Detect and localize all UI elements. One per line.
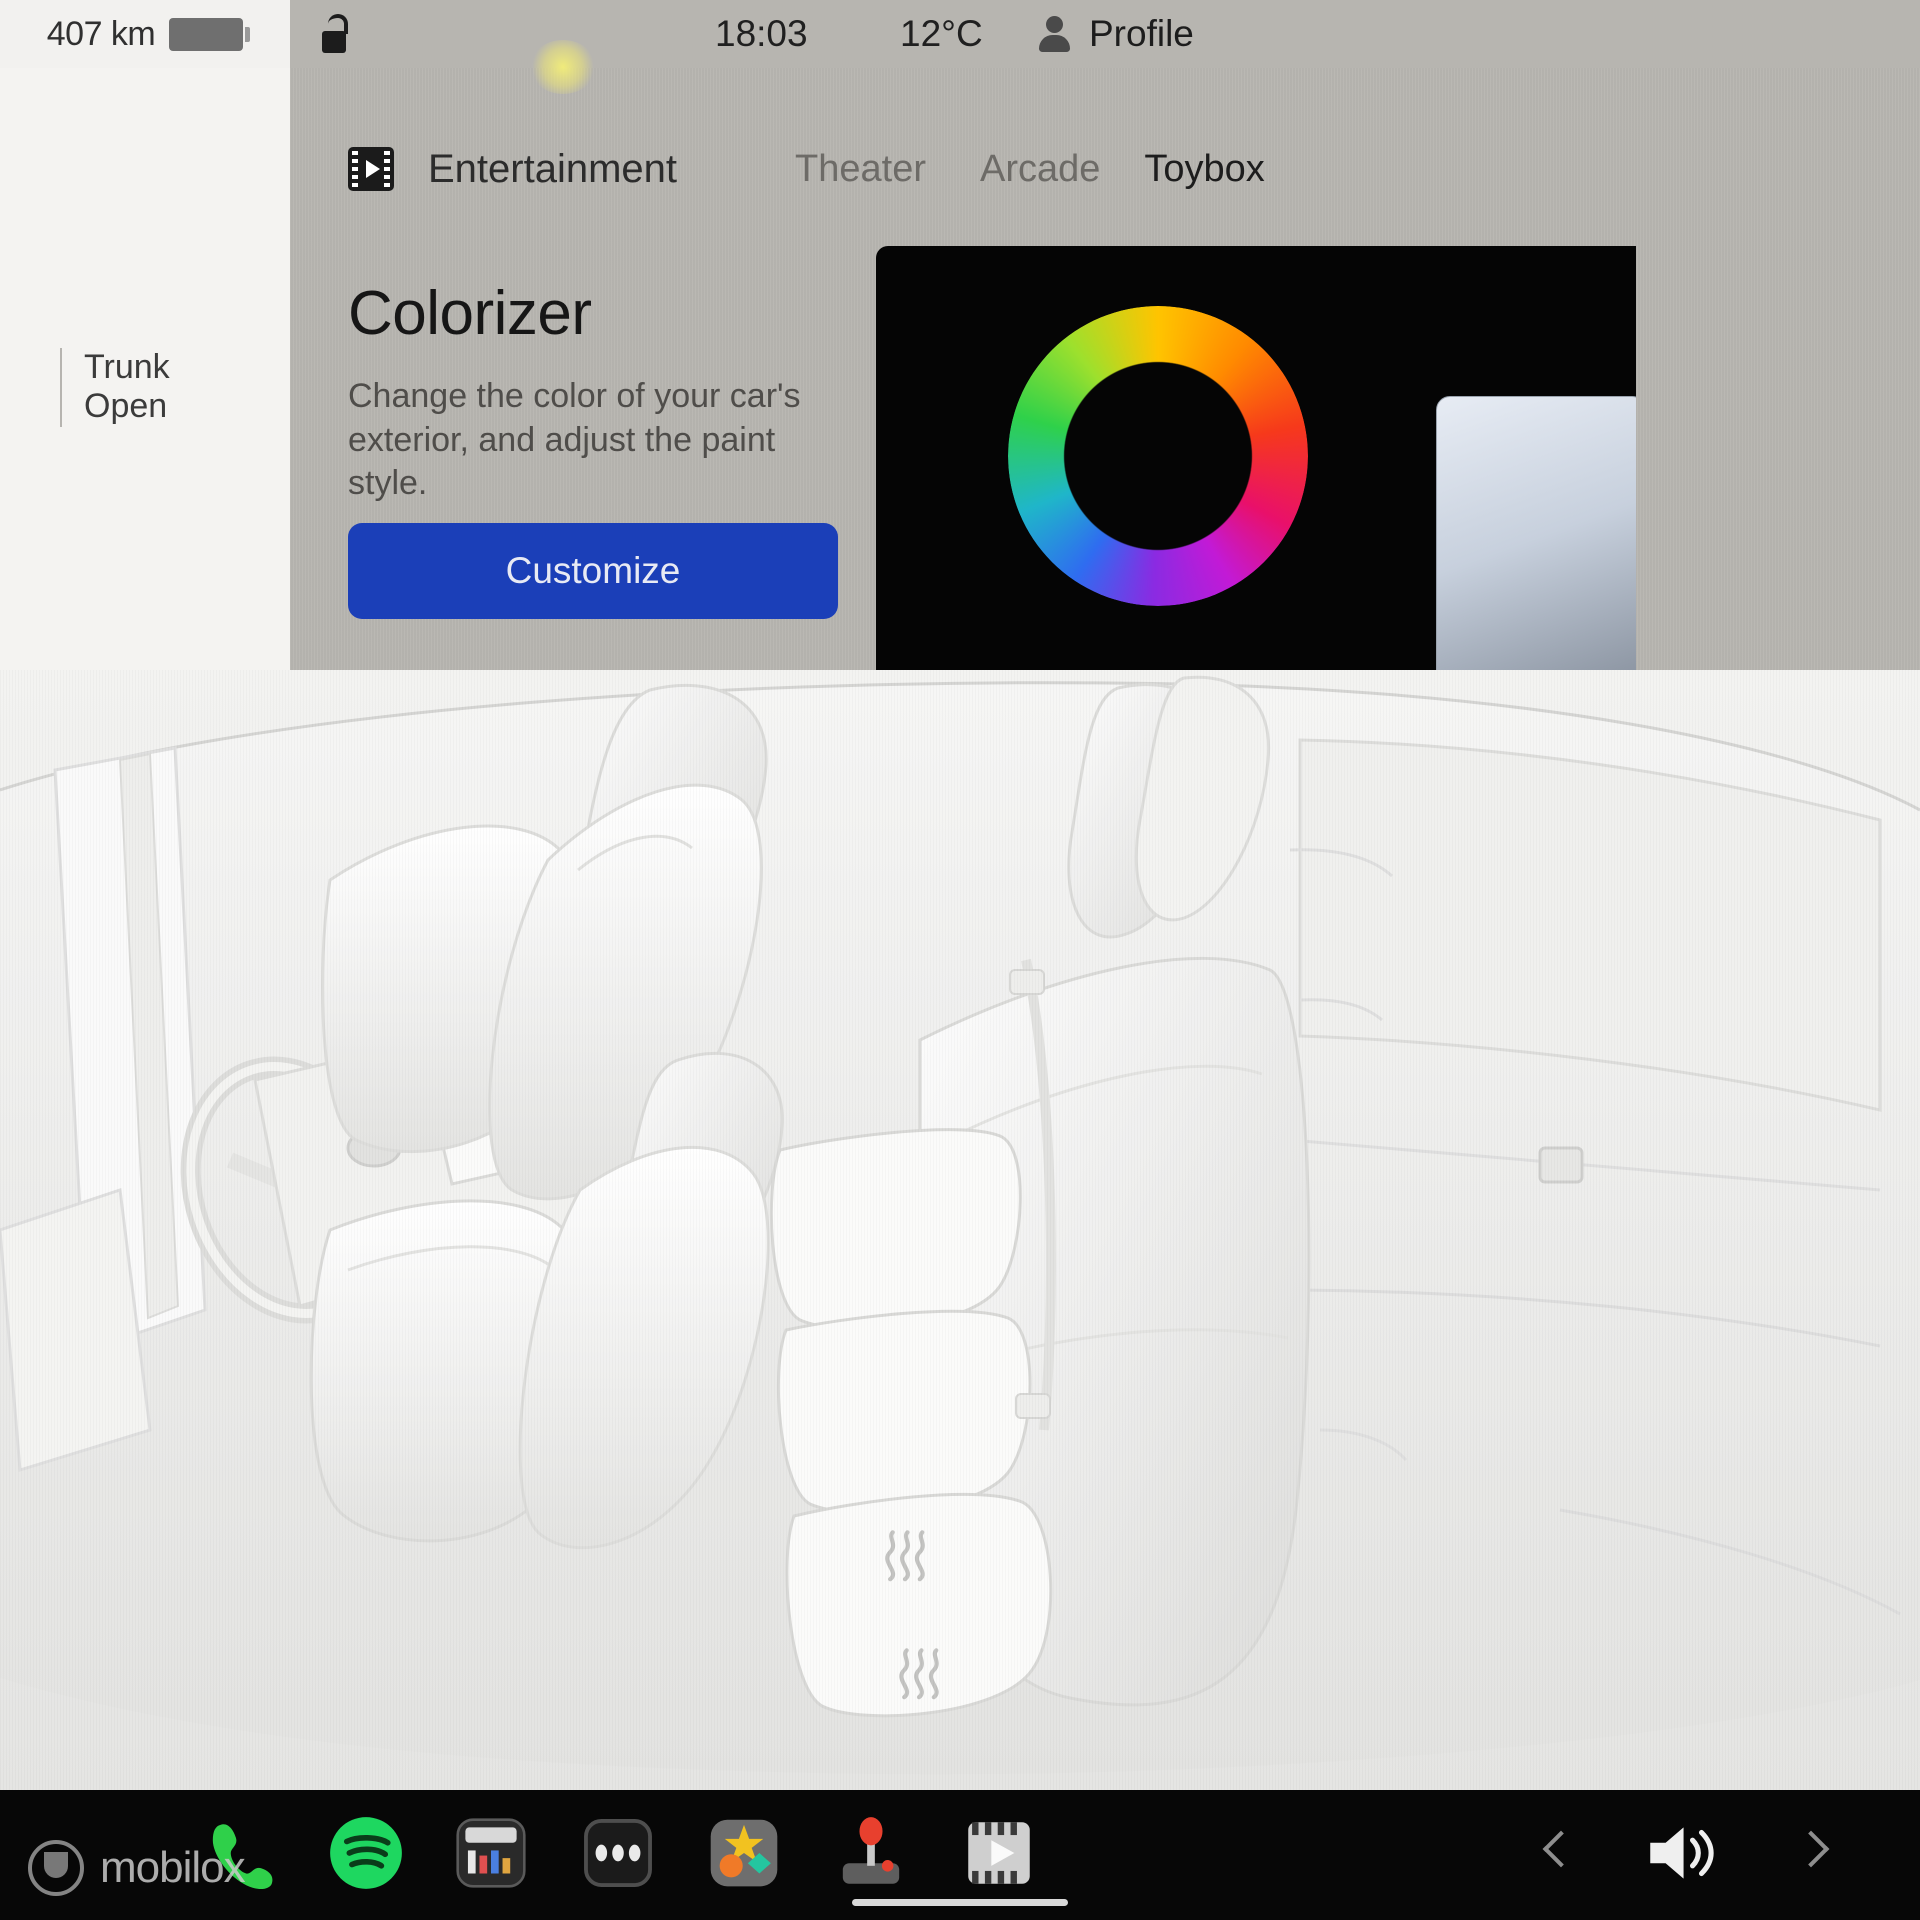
tab-entertainment-label: Entertainment [428,146,678,191]
unlocked-padlock-icon[interactable] [320,14,356,54]
arcade-joystick-icon[interactable] [830,1812,912,1894]
range-text: 407 km [46,14,156,53]
customize-button[interactable]: Customize [348,523,838,619]
trunk-label: Trunk [84,348,170,386]
profile-button[interactable]: Profile [1035,13,1194,55]
calendar-icon[interactable] [450,1812,532,1894]
status-bar-main-section: 18:03 12°C Profile [290,0,1920,68]
left-controls-panel: Trunk Open [0,68,290,680]
trunk-status-card[interactable]: Trunk Open [60,348,170,427]
rear-left-seat-heater-icon[interactable] [868,1520,942,1594]
rear-center-seat-heater-icon[interactable] [882,1638,956,1712]
tab-arcade[interactable]: Arcade [980,148,1100,191]
mobilox-watermark-text: mobilox [100,1843,246,1892]
infotainment-screen: Entertainment Theater Arcade Toybox Colo… [0,0,1920,1920]
battery-icon [169,17,251,51]
clock-text: 18:03 [715,13,808,54]
temperature-text[interactable]: 12°C [900,13,983,55]
tab-toybox[interactable]: Toybox [1144,148,1264,191]
toybox-icon[interactable] [703,1812,785,1894]
trunk-status: Open [84,387,168,426]
profile-label: Profile [1089,13,1194,54]
spotify-icon[interactable] [325,1812,407,1894]
chevron-right-icon[interactable] [1792,1830,1830,1868]
person-icon [1035,14,1073,54]
tab-theater[interactable]: Theater [795,148,926,191]
toybox-app-area: Entertainment Theater Arcade Toybox Colo… [290,68,1920,680]
chevron-left-icon[interactable] [1542,1830,1580,1868]
mobilox-watermark: mobilox [28,1840,246,1896]
car-interior-seat-heater-view[interactable] [0,670,1920,1790]
colorizer-card: Colorizer Change the color of your car's… [348,278,878,506]
color-wheel-icon[interactable] [1008,306,1308,606]
status-bar-range-section[interactable]: 407 km [0,0,290,68]
colorizer-preview-panel[interactable] [876,246,1636,680]
theater-icon[interactable] [958,1812,1040,1894]
toybox-tabbar: Entertainment Theater Arcade Toybox [290,130,1920,208]
status-bar: 407 km 18:03 12°C Profile [0,0,1920,68]
film-strip-play-icon [348,147,394,191]
volume-speaker-icon[interactable] [1640,1812,1722,1894]
more-options-icon[interactable] [577,1812,659,1894]
home-indicator [852,1899,1068,1906]
colorizer-description: Change the color of your car's exterior,… [348,377,801,503]
paint-swatch-icon[interactable] [1436,396,1636,680]
mobilox-logo-icon [28,1840,84,1896]
colorizer-title: Colorizer [348,279,592,348]
rear-right-seat-heater-icon[interactable] [892,1782,966,1790]
tab-entertainment[interactable]: Entertainment [348,147,677,192]
car-interior-illustration [0,675,1920,1775]
